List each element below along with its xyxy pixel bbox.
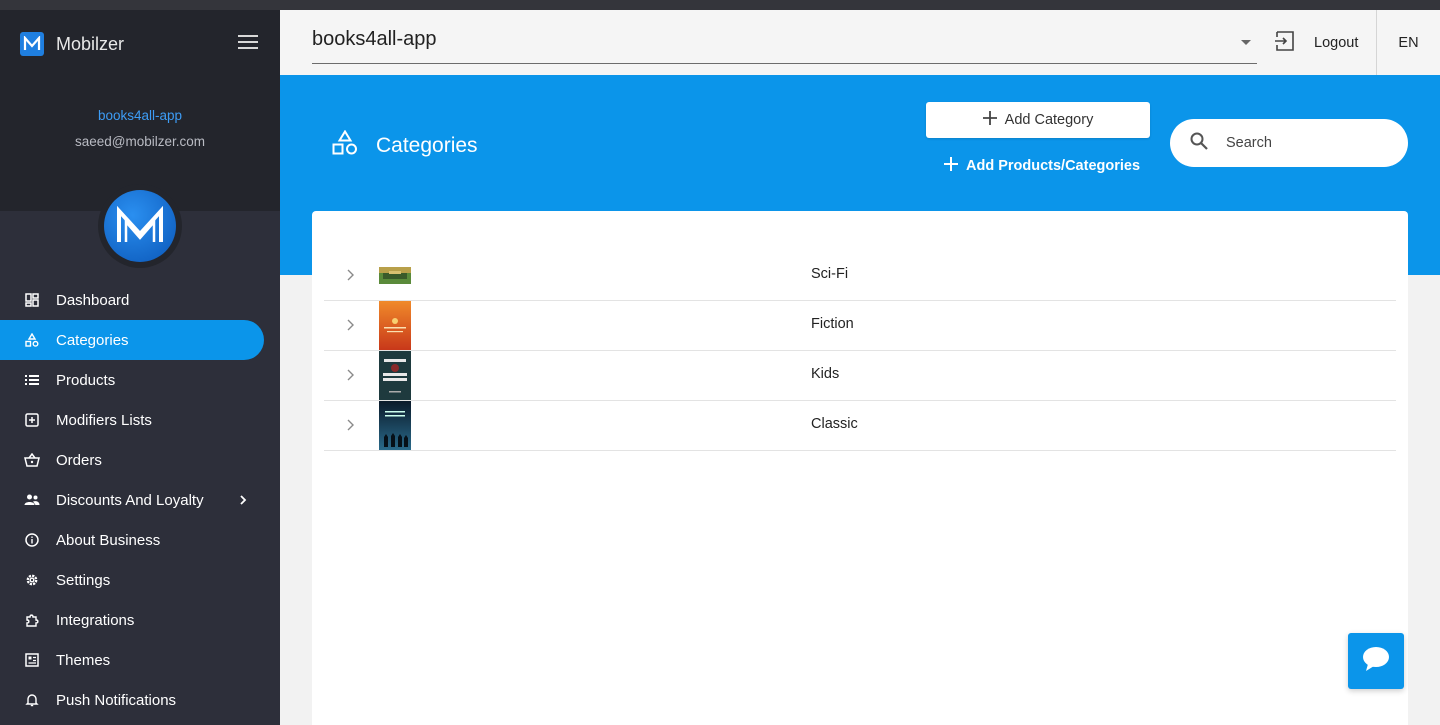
categories-table: Sci-Fi Fiction Kids Classic <box>324 251 1396 451</box>
app-selector[interactable]: books4all-app <box>312 22 1257 64</box>
sidebar-item-about-business[interactable]: About Business <box>0 520 280 560</box>
add-category-label: Add Category <box>1004 112 1094 128</box>
sidebar-item-label: Products <box>56 371 116 389</box>
page-title-group: Categories <box>332 129 478 161</box>
category-name: Classic <box>811 416 858 432</box>
categories-card: Sci-Fi Fiction Kids Classic <box>312 211 1408 725</box>
sidebar-item-settings[interactable]: Settings <box>0 560 280 600</box>
category-thumbnail <box>379 251 411 300</box>
avatar <box>104 190 176 262</box>
brand-name: Mobilzer <box>56 34 125 54</box>
caret-down-icon <box>1241 40 1251 45</box>
user-email: saeed@mobilzer.com <box>74 134 205 149</box>
gear-icon <box>24 572 40 588</box>
shapes-icon <box>24 332 40 348</box>
logout-icon <box>1274 30 1296 56</box>
category-name: Sci-Fi <box>811 266 849 282</box>
chevron-right-icon[interactable] <box>346 418 356 432</box>
puzzle-icon <box>24 612 40 628</box>
sidebar-item-label: Dashboard <box>56 291 130 309</box>
sidebar-item-products[interactable]: Products <box>0 360 280 400</box>
chevron-right-icon[interactable] <box>346 368 356 382</box>
category-thumbnail <box>379 351 411 400</box>
app-selector-value: books4all-app <box>312 28 437 50</box>
sidebar-header: Mobilzer books4all-app saeed@mobilzer.co… <box>0 10 280 211</box>
window-top-strip <box>0 0 1440 10</box>
add-products-categories-button[interactable]: Add Products/Categories <box>944 155 1140 177</box>
sidebar-item-orders[interactable]: Orders <box>0 440 280 480</box>
sidebar-item-integrations[interactable]: Integrations <box>0 600 280 640</box>
chevron-right-icon[interactable] <box>346 318 356 332</box>
top-bar: books4all-app Logout EN <box>280 10 1440 75</box>
chat-button[interactable] <box>1348 633 1404 689</box>
theme-icon <box>24 652 40 668</box>
sidebar-item-label: Integrations <box>56 611 135 629</box>
table-row[interactable]: Sci-Fi <box>324 251 1396 301</box>
sidebar-item-themes[interactable]: Themes <box>0 640 280 680</box>
sidebar-app-name[interactable]: books4all-app <box>0 108 280 123</box>
sidebar-item-label: Orders <box>56 451 102 469</box>
sidebar-item-dashboard[interactable]: Dashboard <box>0 280 280 320</box>
list-icon <box>24 372 40 388</box>
sidebar-nav: Dashboard Categories Products Modifiers … <box>0 280 280 720</box>
shapes-icon <box>332 129 358 161</box>
bell-icon <box>24 692 40 708</box>
table-row[interactable]: Classic <box>324 401 1396 451</box>
sidebar-item-categories[interactable]: Categories <box>0 320 264 360</box>
mobilzer-logo-icon <box>20 32 44 56</box>
chevron-right-icon <box>238 492 248 508</box>
sidebar-item-push-notifications[interactable]: Push Notifications <box>0 680 280 720</box>
basket-icon <box>24 452 40 468</box>
sidebar-item-label: Categories <box>56 331 129 349</box>
chevron-right-icon[interactable] <box>346 268 356 282</box>
sidebar-item-label: Settings <box>56 571 111 589</box>
search-input[interactable] <box>1226 135 1386 151</box>
sidebar-item-modifiers-lists[interactable]: Modifiers Lists <box>0 400 280 440</box>
sidebar-item-label: About Business <box>56 531 161 549</box>
sidebar-item-label: Themes <box>56 651 111 669</box>
page-title: Categories <box>376 133 478 157</box>
add-products-categories-label: Add Products/Categories <box>966 158 1141 174</box>
sidebar-item-label: Modifiers Lists <box>56 411 152 429</box>
sidebar-item-label: Discounts And Loyalty <box>56 491 204 509</box>
category-thumbnail <box>379 301 411 350</box>
chat-bubble-icon <box>1362 646 1390 677</box>
plus-icon <box>944 156 958 176</box>
menu-toggle-icon[interactable] <box>238 35 258 51</box>
plus-icon <box>982 110 997 130</box>
sidebar-item-label: Push Notifications <box>56 691 177 709</box>
table-row[interactable]: Fiction <box>324 301 1396 351</box>
category-name: Fiction <box>811 316 854 332</box>
search-box <box>1170 119 1408 167</box>
search-icon <box>1190 132 1208 155</box>
people-icon <box>24 492 40 508</box>
info-icon <box>24 532 40 548</box>
dashboard-icon <box>24 292 40 308</box>
add-category-button[interactable]: Add Category <box>926 102 1150 138</box>
logout-label: Logout <box>1314 35 1359 51</box>
sidebar: Mobilzer books4all-app saeed@mobilzer.co… <box>0 10 280 725</box>
sidebar-item-discounts-and-loyalty[interactable]: Discounts And Loyalty <box>0 480 280 520</box>
plus-box-icon <box>24 412 40 428</box>
logout-button[interactable]: Logout <box>1274 30 1359 56</box>
category-name: Kids <box>811 366 840 382</box>
category-thumbnail <box>379 401 411 450</box>
table-row[interactable]: Kids <box>324 351 1396 401</box>
language-selector[interactable]: EN <box>1377 10 1440 75</box>
